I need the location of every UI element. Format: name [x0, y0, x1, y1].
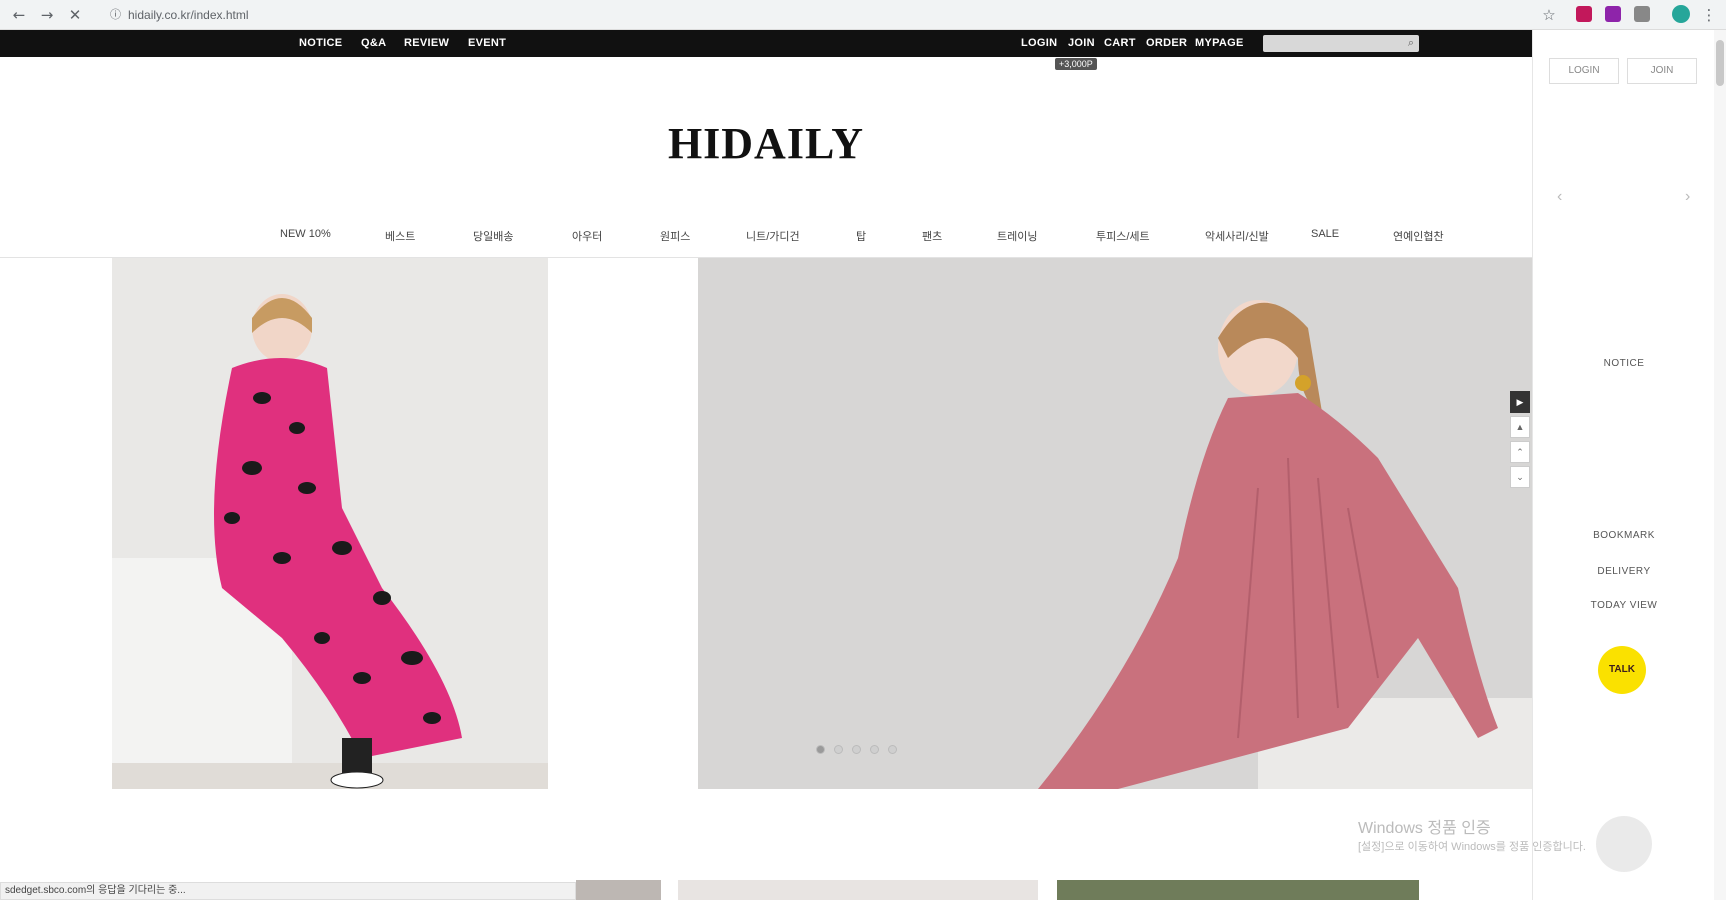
chevron-right-icon[interactable]: ›	[1685, 188, 1690, 206]
model-photo-pink-leopard	[112, 258, 548, 789]
top-utility-bar: NOTICE Q&A REVIEW EVENT LOGIN JOIN CART …	[0, 30, 1532, 57]
mypage-link[interactable]: MYPAGE	[1195, 37, 1244, 49]
bookmark-star-icon[interactable]: ☆	[1540, 6, 1558, 24]
model-photo-pink-knit	[698, 258, 1532, 789]
sidebar-join-button[interactable]: JOIN	[1627, 58, 1697, 84]
category-item[interactable]: SALE	[1311, 228, 1339, 240]
category-item[interactable]: 탑	[856, 228, 866, 244]
category-item[interactable]: NEW 10%	[280, 228, 331, 240]
slider-dot[interactable]	[870, 745, 879, 754]
category-item[interactable]: 원피스	[660, 228, 690, 244]
product-thumbnail[interactable]	[1057, 880, 1419, 900]
slider-dots	[816, 741, 906, 759]
join-bonus-tooltip: +3,000P	[1055, 58, 1097, 70]
sidebar-bookmark[interactable]: BOOKMARK	[1533, 530, 1715, 541]
scrollbar-thumb[interactable]	[1716, 40, 1724, 86]
scroll-down-icon[interactable]: ⌄	[1510, 466, 1530, 488]
info-icon[interactable]: ⓘ	[110, 4, 121, 26]
extension-icon[interactable]	[1605, 6, 1621, 22]
notice-link[interactable]: NOTICE	[299, 37, 342, 49]
windows-activation-subtitle: [설정]으로 이동하여 Windows를 정품 인증합니다.	[1358, 841, 1586, 853]
browser-status-bar: sdedget.sbco.com의 응답을 기다리는 중...	[0, 882, 576, 900]
category-item[interactable]: 연예인협찬	[1393, 228, 1444, 244]
forward-icon[interactable]: →	[38, 6, 56, 24]
sidebar-notice[interactable]: NOTICE	[1533, 358, 1715, 369]
category-item[interactable]: 베스트	[385, 228, 415, 244]
category-item[interactable]: 트레이닝	[997, 228, 1037, 244]
browser-toolbar: ← → ✕ ⓘ hidaily.co.kr/index.html ☆ ⋮	[0, 0, 1726, 30]
event-link[interactable]: EVENT	[468, 37, 506, 49]
category-item[interactable]: 니트/가디건	[746, 228, 800, 244]
site-logo[interactable]: HIDAILY	[0, 118, 1532, 169]
kakao-talk-button[interactable]: TALK	[1598, 646, 1646, 694]
slider-dot[interactable]	[852, 745, 861, 754]
url-text: hidaily.co.kr/index.html	[128, 8, 249, 22]
windows-activation-title: Windows 정품 인증	[1358, 820, 1491, 837]
category-item[interactable]: 팬츠	[922, 228, 942, 244]
back-icon[interactable]: ←	[10, 6, 28, 24]
slider-dot[interactable]	[834, 745, 843, 754]
page-scrollbar[interactable]	[1714, 30, 1726, 900]
chevron-left-icon[interactable]: ‹	[1557, 188, 1562, 206]
slider-dot[interactable]	[816, 745, 825, 754]
hero-image-left[interactable]	[112, 258, 548, 789]
product-thumbnail[interactable]	[678, 880, 1038, 900]
search-icon[interactable]: ⌕	[1408, 36, 1414, 50]
login-link[interactable]: LOGIN	[1021, 37, 1057, 49]
category-item[interactable]: 아우터	[572, 228, 602, 244]
category-item[interactable]: 투피스/세트	[1096, 228, 1150, 244]
menu-icon[interactable]: ⋮	[1700, 6, 1718, 24]
sidebar-login-button[interactable]: LOGIN	[1549, 58, 1619, 84]
hero-slider[interactable]	[698, 258, 1532, 789]
sidebar-delivery[interactable]: DELIVERY	[1533, 566, 1715, 577]
scroll-up-icon[interactable]: ⌃	[1510, 441, 1530, 463]
right-sidebar: LOGIN JOIN ‹ › NOTICE BOOKMARK DELIVERY …	[1532, 30, 1714, 900]
search-input[interactable]: ⌕	[1263, 35, 1419, 52]
scroll-to-top-button[interactable]	[1596, 816, 1652, 872]
category-nav: NEW 10% 베스트 당일배송 아우터 원피스 니트/가디건 탑 팬츠 트레이…	[0, 222, 1532, 258]
product-thumbnail[interactable]	[576, 880, 661, 900]
slider-dot[interactable]	[888, 745, 897, 754]
qna-link[interactable]: Q&A	[361, 37, 386, 49]
join-link[interactable]: JOIN	[1068, 37, 1095, 49]
sidebar-today-view[interactable]: TODAY VIEW	[1533, 600, 1715, 611]
review-link[interactable]: REVIEW	[404, 37, 449, 49]
extension-icon[interactable]	[1576, 6, 1592, 22]
category-item[interactable]: 당일배송	[473, 228, 513, 244]
scroll-top-icon[interactable]: ▲	[1510, 416, 1530, 438]
order-link[interactable]: ORDER	[1146, 37, 1187, 49]
cart-link[interactable]: CART	[1104, 37, 1136, 49]
stop-loading-icon[interactable]: ✕	[66, 6, 84, 24]
profile-avatar[interactable]	[1672, 5, 1690, 23]
extension-icon[interactable]	[1634, 6, 1650, 22]
category-item[interactable]: 악세사리/신발	[1205, 228, 1269, 244]
address-bar[interactable]: ⓘ hidaily.co.kr/index.html	[100, 4, 1520, 26]
play-icon[interactable]: ▶	[1510, 391, 1530, 413]
